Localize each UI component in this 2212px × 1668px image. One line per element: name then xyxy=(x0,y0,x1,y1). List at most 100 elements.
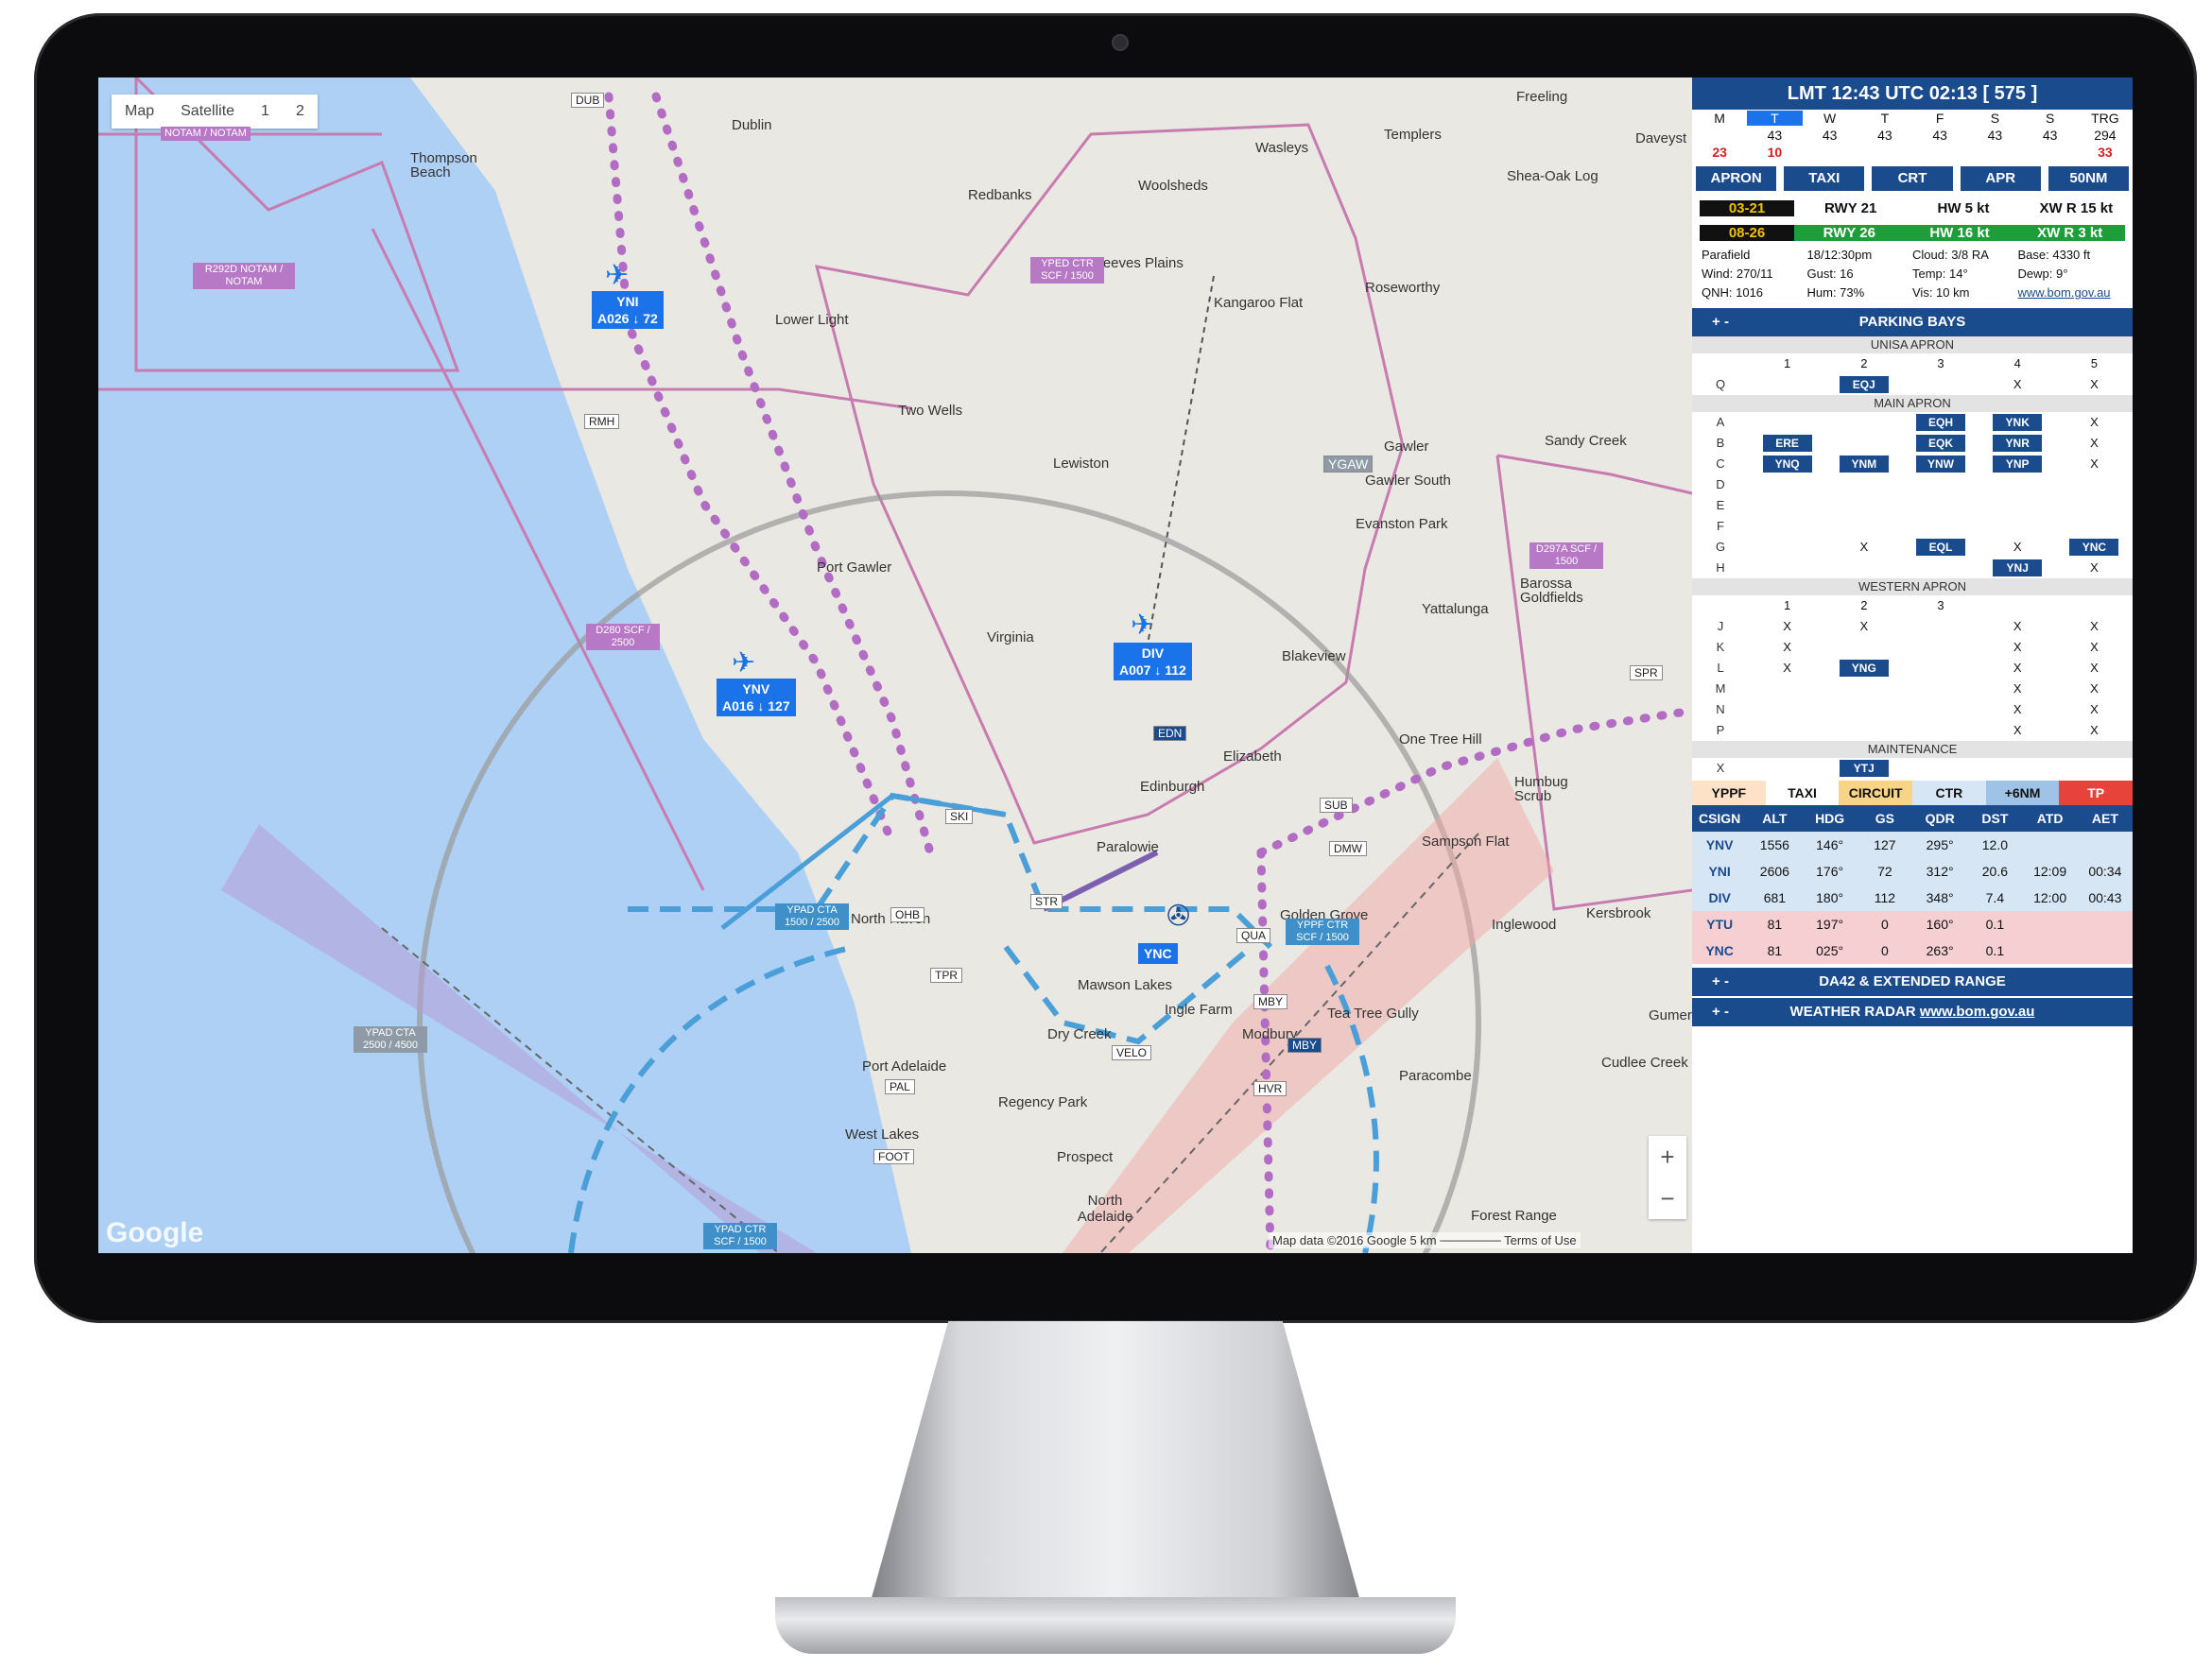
cell: 127 xyxy=(1874,837,1896,852)
runway-row-active: 08-26 RWY 26 HW 16 kt XW R 3 kt xyxy=(1692,221,2133,244)
cell: 12:09 xyxy=(2033,864,2067,879)
map-view[interactable]: Map Satellite 1 2 Dublin Freeling Temple… xyxy=(98,77,1692,1253)
bay-closed: X xyxy=(2090,560,2099,575)
bay-aircraft[interactable]: EQJ xyxy=(1839,376,1889,393)
apron-button[interactable]: APRON xyxy=(1696,166,1777,191)
place-label: Forest Range xyxy=(1471,1208,1557,1224)
cell xyxy=(2078,937,2133,964)
airplane-icon: ✈ xyxy=(605,260,630,291)
waypoint-label[interactable]: SUB xyxy=(1320,798,1353,813)
table-row[interactable]: YNV 1556 146° 127 295° 12.0 xyxy=(1692,832,2133,858)
bay-aircraft[interactable]: ERE xyxy=(1762,435,1812,452)
bay-row-label: E xyxy=(1716,498,1725,512)
waypoint-label[interactable]: DUB xyxy=(571,93,605,108)
cell: 312° xyxy=(1926,864,1954,879)
bay-aircraft[interactable]: YNW xyxy=(1916,456,1965,473)
waypoint-label[interactable]: DMW xyxy=(1329,841,1367,856)
place-label: Lower Light xyxy=(775,312,849,328)
bay-aircraft[interactable]: YNM xyxy=(1839,456,1889,473)
bay-aircraft[interactable]: EQH xyxy=(1916,414,1965,431)
expand-collapse-toggle[interactable]: + - xyxy=(1692,998,1749,1026)
bay-row: JXXXX xyxy=(1692,616,2133,637)
crt-button[interactable]: CRT xyxy=(1872,166,1953,191)
filter-6nm[interactable]: +6NM xyxy=(1985,781,2060,805)
col-header: HDG xyxy=(1815,811,1845,826)
bay-closed: X xyxy=(2090,723,2099,737)
50nm-button[interactable]: 50NM xyxy=(2048,166,2130,191)
bay-row-label: G xyxy=(1715,540,1726,554)
taxi-button[interactable]: TAXI xyxy=(1784,166,1865,191)
bom-link[interactable]: www.bom.gov.au xyxy=(2018,284,2124,302)
waypoint-label[interactable]: RMH xyxy=(584,414,620,429)
waypoint-label[interactable]: PAL xyxy=(885,1079,915,1094)
bay-aircraft[interactable]: EQK xyxy=(1916,435,1965,452)
zoom-out-button[interactable]: − xyxy=(1649,1178,1686,1219)
parking-bays-header[interactable]: + - PARKING BAYS xyxy=(1692,308,2133,336)
waypoint-label[interactable]: VELO xyxy=(1112,1045,1152,1060)
aircraft-tag-ync[interactable]: YNC xyxy=(1138,943,1178,964)
expand-collapse-toggle[interactable]: + - xyxy=(1692,308,1749,336)
da42-section-header[interactable]: + - DA42 & EXTENDED RANGE xyxy=(1692,968,2133,996)
bay-closed: X xyxy=(1783,640,1791,654)
waypoint-label[interactable]: TPR xyxy=(930,968,962,983)
bay-aircraft[interactable]: YNR xyxy=(1993,435,2043,452)
western-apron-title: WESTERN APRON xyxy=(1692,578,2133,595)
section-title: PARKING BAYS xyxy=(1858,314,1966,330)
wx-visibility: Vis: 10 km xyxy=(1912,285,1970,300)
waypoint-label[interactable]: QUA xyxy=(1236,928,1271,943)
aircraft-tag-ynv[interactable]: YNV A016 ↓ 127 xyxy=(717,679,796,716)
waypoint-label[interactable]: YGAW xyxy=(1323,456,1374,473)
bay-row: MXX xyxy=(1692,679,2133,699)
bay-aircraft[interactable]: YNQ xyxy=(1762,456,1812,473)
filter-circuit[interactable]: CIRCUIT xyxy=(1839,781,1913,805)
bay-aircraft[interactable]: YTJ xyxy=(1839,760,1889,777)
bay-aircraft[interactable]: YNC xyxy=(2069,539,2119,556)
waypoint-label[interactable]: STR xyxy=(1030,894,1063,909)
waypoint-label[interactable]: SPR xyxy=(1630,665,1663,680)
bay-aircraft[interactable]: EQL xyxy=(1916,539,1965,556)
airspace-label: YPAD CTR SCF / 1500 xyxy=(703,1223,777,1249)
place-label: Gumer xyxy=(1649,1007,1692,1023)
waypoint-label[interactable]: MBY xyxy=(1287,1038,1322,1053)
table-row[interactable]: YTU 81 197° 0 160° 0.1 xyxy=(1692,911,2133,937)
map-button[interactable]: Map xyxy=(112,95,167,129)
table-row[interactable]: YNC 81 025° 0 263° 0.1 xyxy=(1692,937,2133,964)
expand-collapse-toggle[interactable]: + - xyxy=(1692,968,1749,996)
webcam xyxy=(1112,34,1129,51)
aircraft-callsign: YNC xyxy=(1144,946,1172,961)
bay-aircraft[interactable]: YNP xyxy=(1993,456,2043,473)
map-attribution[interactable]: Map data ©2016 Google 5 km ─────── Terms… xyxy=(1269,1232,1581,1248)
table-header: CSIGN ALT HDG GS QDR DST ATD AET xyxy=(1692,805,2133,832)
bay-row-label: H xyxy=(1716,560,1725,575)
waypoint-label[interactable]: EDN xyxy=(1153,726,1187,741)
filter-tp[interactable]: TP xyxy=(2059,781,2133,805)
filter-ctr[interactable]: CTR xyxy=(1912,781,1986,805)
bay-aircraft[interactable]: YNG xyxy=(1839,660,1889,677)
zoom-in-button[interactable]: + xyxy=(1649,1136,1686,1178)
aircraft-tag-div[interactable]: DIV A007 ↓ 112 xyxy=(1114,643,1192,680)
table-row[interactable]: YNI 2606 176° 72 312° 20.6 12:09 00:34 xyxy=(1692,858,2133,885)
cell: 72 xyxy=(1877,864,1892,879)
satellite-button[interactable]: Satellite xyxy=(167,95,248,129)
filter-taxi[interactable]: TAXI xyxy=(1765,781,1840,805)
weather-radar-header[interactable]: + - WEATHER RADAR www.bom.gov.au xyxy=(1692,998,2133,1026)
aircraft-tag-yni[interactable]: YNI A026 ↓ 72 xyxy=(592,291,664,329)
table-row[interactable]: DIV 681 180° 112 348° 7.4 12:00 00:43 xyxy=(1692,885,2133,911)
waypoint-label[interactable]: MBY xyxy=(1253,994,1288,1009)
apr-button[interactable]: APR xyxy=(1960,166,2041,191)
filter-yppf[interactable]: YPPF xyxy=(1692,781,1766,805)
waypoint-label[interactable]: HVR xyxy=(1253,1081,1287,1096)
waypoint-label[interactable]: SKI xyxy=(945,809,974,824)
airplane-icon: ✈ xyxy=(1131,610,1155,641)
cell: 12:00 xyxy=(2033,890,2067,905)
waypoint-label[interactable]: OHB xyxy=(890,907,925,922)
day-label: S xyxy=(1990,111,2000,126)
bay-aircraft[interactable]: YNK xyxy=(1993,414,2043,431)
bay-aircraft[interactable]: YNJ xyxy=(1993,559,2043,576)
layer-2-button[interactable]: 2 xyxy=(283,95,318,129)
waypoint-label[interactable]: FOOT xyxy=(873,1149,915,1164)
bay-closed: X xyxy=(2090,681,2099,696)
radar-link[interactable]: www.bom.gov.au xyxy=(1920,1004,2035,1020)
cell: 20.6 xyxy=(1981,864,2008,879)
layer-1-button[interactable]: 1 xyxy=(248,95,283,129)
